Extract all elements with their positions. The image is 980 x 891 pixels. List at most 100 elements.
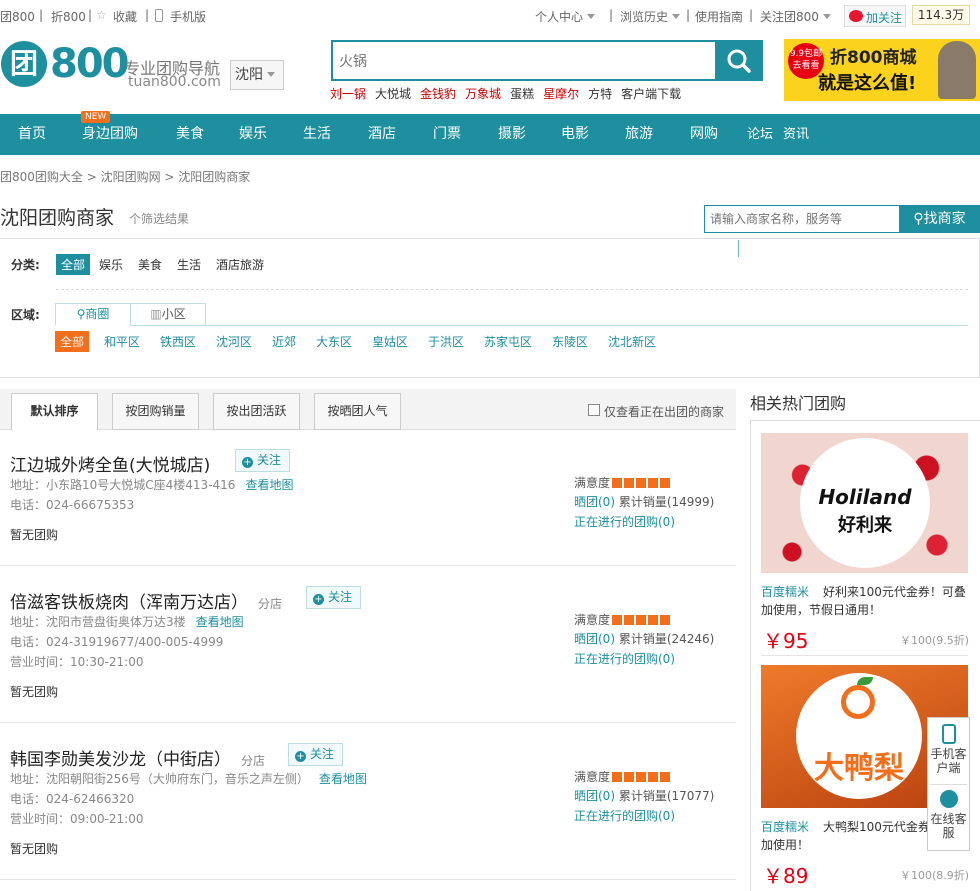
category-entertainment[interactable]: 娱乐 bbox=[99, 256, 123, 273]
merchant-address: 地址：沈阳朝阳街256号（大帅府东门，音乐之声左侧） bbox=[10, 772, 309, 786]
nav-item-shopping[interactable]: 网购 bbox=[680, 114, 728, 155]
merchant-name[interactable]: 江边城外烤全鱼(大悦城店) bbox=[10, 451, 210, 476]
search-icon bbox=[727, 49, 751, 73]
user-center-menu[interactable]: 个人中心 bbox=[535, 8, 595, 25]
nav-item-travel[interactable]: 旅游 bbox=[615, 114, 663, 155]
nav-item-movie[interactable]: 电影 bbox=[551, 114, 599, 155]
follow-site-menu[interactable]: 关注团800 bbox=[760, 8, 831, 25]
deal-description[interactable]: 好利来100元代金券！可叠加使用，节假日通用！ bbox=[761, 583, 971, 619]
nav-item-forum[interactable]: 论坛 bbox=[746, 114, 774, 155]
follower-count: 114.3万 bbox=[912, 5, 970, 25]
district-huanggu[interactable]: 皇姑区 bbox=[372, 333, 408, 350]
hot-keyword[interactable]: 星摩尔 bbox=[543, 87, 579, 101]
breadcrumb[interactable]: 团800团购大全 > 沈阳团购网 > 沈阳团购商家 bbox=[0, 168, 250, 185]
nav-item-home[interactable]: 首页 bbox=[8, 114, 56, 155]
area-tab-business[interactable]: ⚲商圈 bbox=[55, 303, 131, 326]
deal-image[interactable]: Holiland 好利来 bbox=[761, 433, 968, 573]
nav-item-news[interactable]: 资讯 bbox=[782, 114, 810, 155]
sort-tab-sales[interactable]: 按团购销量 bbox=[112, 393, 199, 430]
weibo-follow-button[interactable]: 加关注 bbox=[844, 5, 906, 27]
nav-item-food[interactable]: 美食 bbox=[166, 114, 214, 155]
reviews-link[interactable]: 晒团(0) bbox=[574, 632, 615, 646]
district-shenhe[interactable]: 沈河区 bbox=[216, 333, 252, 350]
reviews-link[interactable]: 晒团(0) bbox=[574, 789, 615, 803]
favorite-link[interactable]: 收藏 bbox=[113, 8, 137, 25]
category-life[interactable]: 生活 bbox=[177, 256, 201, 273]
district-yuhong[interactable]: 于洪区 bbox=[428, 333, 464, 350]
plus-icon: + bbox=[242, 457, 253, 468]
follow-button[interactable]: + 关注 bbox=[235, 449, 291, 472]
reviews-link[interactable]: 晒团(0) bbox=[574, 495, 615, 509]
district-suburbs[interactable]: 近郊 bbox=[272, 333, 296, 350]
city-selector[interactable]: 沈阳 bbox=[230, 60, 284, 90]
district-dongling[interactable]: 东陵区 bbox=[552, 333, 588, 350]
nav-item-tickets[interactable]: 门票 bbox=[423, 114, 471, 155]
star-icon[interactable]: ☆ bbox=[96, 8, 107, 22]
ongoing-deals-link[interactable]: 正在进行的团购(0) bbox=[574, 515, 675, 529]
category-hotel-travel[interactable]: 酒店旅游 bbox=[216, 256, 264, 273]
district-tiexi[interactable]: 铁西区 bbox=[160, 333, 196, 350]
search-input[interactable] bbox=[333, 42, 715, 79]
holiland-logo-cn: 好利来 bbox=[838, 515, 892, 536]
hot-keyword[interactable]: 金钱豹 bbox=[420, 87, 456, 101]
merchant-search-input[interactable] bbox=[704, 205, 900, 233]
view-map-link[interactable]: 查看地图 bbox=[196, 615, 244, 629]
mall-banner[interactable]: 9.9包邮 去看看 折800商城 就是这么值! bbox=[784, 39, 980, 101]
banner-model-image bbox=[938, 41, 976, 99]
view-map-link[interactable]: 查看地图 bbox=[245, 478, 293, 492]
sort-tab-default[interactable]: 默认排序 bbox=[11, 393, 98, 431]
mobile-link[interactable]: 手机版 bbox=[170, 8, 206, 25]
nav-item-photo[interactable]: 摄影 bbox=[488, 114, 536, 155]
district-sujiatun[interactable]: 苏家屯区 bbox=[484, 333, 532, 350]
category-all[interactable]: 全部 bbox=[56, 254, 91, 275]
nav-item-hotel[interactable]: 酒店 bbox=[358, 114, 406, 155]
sort-tab-popularity[interactable]: 按晒团人气 bbox=[314, 393, 401, 430]
guide-link[interactable]: 使用指南 bbox=[695, 8, 743, 25]
filter-panel: 分类: 全部 娱乐 美食 生活 酒店旅游 区域: ⚲商圈 ▥小区 bbox=[0, 238, 980, 378]
nav-item-entertainment[interactable]: 娱乐 bbox=[229, 114, 277, 155]
site-link[interactable]: 团800 bbox=[0, 8, 35, 25]
merchant-name[interactable]: 韩国李勋美发沙龙（中街店） 分店 bbox=[10, 745, 265, 770]
discount-link[interactable]: 折800 bbox=[51, 8, 86, 25]
merchant-phone: 电话：024-31919677/400-005-4999 bbox=[10, 635, 224, 649]
follow-button[interactable]: + 关注 bbox=[288, 743, 344, 766]
hot-keyword[interactable]: 万象城 bbox=[465, 87, 501, 101]
phone-icon[interactable] bbox=[155, 9, 163, 22]
hot-keyword[interactable]: 客户端下载 bbox=[621, 87, 681, 101]
history-menu[interactable]: 浏览历史 bbox=[620, 8, 680, 25]
search-button[interactable] bbox=[715, 40, 763, 81]
logo-text[interactable]: 800 bbox=[50, 41, 129, 87]
float-app-download[interactable]: 手机客户端 bbox=[928, 724, 969, 775]
merchant-search-button[interactable]: ⚲找商家 bbox=[899, 205, 980, 233]
only-active-label[interactable]: 仅查看正在出团的商家 bbox=[604, 403, 724, 420]
category-food[interactable]: 美食 bbox=[138, 256, 162, 273]
nav-item-life[interactable]: 生活 bbox=[293, 114, 341, 155]
merchant-address-row: 地址：沈阳朝阳街256号（大帅府东门，音乐之声左侧） 查看地图 bbox=[10, 770, 367, 787]
follow-button[interactable]: + 关注 bbox=[306, 586, 362, 609]
merchant-name[interactable]: 倍滋客铁板烧肉（浑南万达店） 分店 bbox=[10, 588, 282, 613]
district-shenbei[interactable]: 沈北新区 bbox=[608, 333, 656, 350]
view-map-link[interactable]: 查看地图 bbox=[319, 772, 367, 786]
ongoing-deals-link[interactable]: 正在进行的团购(0) bbox=[574, 809, 675, 823]
hot-keyword[interactable]: 方特 bbox=[588, 87, 612, 101]
rating-stars-icon bbox=[612, 772, 673, 782]
sales-count: 累计销量(14999) bbox=[618, 495, 715, 509]
district-heping[interactable]: 和平区 bbox=[104, 333, 140, 350]
category-label: 分类: bbox=[11, 258, 40, 272]
area-tab-community[interactable]: ▥小区 bbox=[130, 303, 206, 326]
logo-mark[interactable]: 团 bbox=[1, 41, 47, 87]
only-active-checkbox[interactable] bbox=[588, 404, 600, 416]
merchant-phone: 电话：024-62466320 bbox=[10, 792, 135, 806]
district-dadong[interactable]: 大东区 bbox=[316, 333, 352, 350]
district-all[interactable]: 全部 bbox=[55, 331, 90, 352]
ongoing-row: 正在进行的团购(0) bbox=[574, 807, 675, 824]
hot-keyword[interactable]: 大悦城 bbox=[375, 87, 411, 101]
ongoing-deals-link[interactable]: 正在进行的团购(0) bbox=[574, 652, 675, 666]
merchant-divider bbox=[0, 565, 736, 566]
hot-keyword[interactable]: 刘一锅 bbox=[330, 87, 366, 101]
sort-tab-activity[interactable]: 按出团活跃 bbox=[213, 393, 300, 430]
deal-original-price: ￥100(9.5折) bbox=[900, 634, 970, 647]
sales-count: 累计销量(24246) bbox=[618, 632, 715, 646]
float-online-support[interactable]: 在线客服 bbox=[928, 790, 969, 840]
hot-keyword[interactable]: 蛋糕 bbox=[510, 87, 534, 101]
